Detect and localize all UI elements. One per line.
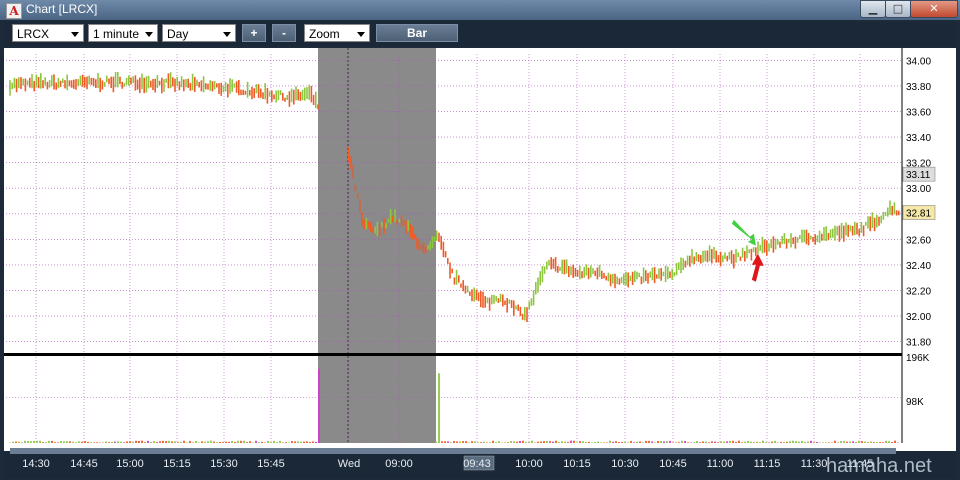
price-tick-label: 33.40 — [906, 133, 931, 144]
symbol-value: LRCX — [17, 27, 50, 41]
time-tick-label: 11:15 — [754, 458, 781, 470]
chevron-down-icon — [145, 32, 153, 37]
time-tick-label: 15:00 — [116, 458, 144, 470]
zoom-value: Zoom — [309, 27, 340, 41]
maximize-button[interactable]: □ — [885, 0, 911, 18]
session-shading — [318, 48, 436, 443]
time-tick-label: 14:30 — [22, 458, 50, 470]
last-price-marker: 32.81 — [906, 209, 931, 220]
period-dropdown[interactable]: Day — [162, 24, 236, 42]
price-tick-label: 34.00 — [906, 56, 931, 67]
time-tick-label: 10:45 — [659, 458, 687, 470]
close-button[interactable]: ✕ — [910, 0, 958, 18]
minimize-icon: ▁ — [868, 2, 878, 15]
price-tick-label: 33.00 — [906, 184, 931, 195]
price-tick-label: 32.60 — [906, 235, 931, 246]
zoom-out-button[interactable]: - — [272, 24, 296, 42]
time-tick-label: 09:43 — [463, 458, 491, 470]
time-tick-label: 15:45 — [257, 458, 285, 470]
last-close-marker: 33.11 — [906, 170, 931, 181]
horizontal-scrollbar — [10, 448, 896, 454]
zoom-dropdown[interactable]: Zoom — [304, 24, 370, 42]
chevron-down-icon — [357, 32, 365, 37]
pane-separator — [4, 353, 902, 356]
price-tick-label: 32.40 — [906, 261, 931, 272]
price-volume-chart[interactable]: 34.0033.8033.6033.4033.2033.0032.8032.60… — [4, 48, 956, 478]
app-logo-icon: A — [6, 3, 22, 19]
zoom-in-button[interactable]: + — [242, 24, 266, 42]
time-tick-label: 15:15 — [163, 458, 191, 470]
period-value: Day — [167, 27, 189, 41]
chart-toolbar: LRCX 1 minute Day + - Zoom Bar — [4, 22, 956, 46]
bar-style-button[interactable]: Bar — [376, 24, 458, 42]
price-tick-label: 33.80 — [906, 82, 931, 93]
green-arrow-icon — [731, 219, 756, 246]
close-icon: ✕ — [929, 2, 939, 15]
interval-dropdown[interactable]: 1 minute — [88, 24, 158, 42]
time-tick-label: Wed — [338, 458, 360, 470]
time-tick-label: 09:00 — [385, 458, 413, 470]
chevron-down-icon — [223, 32, 231, 37]
title-bar[interactable]: A Chart [LRCX] ▁ □ ✕ — [0, 0, 960, 20]
time-tick-label: 10:15 — [563, 458, 591, 470]
symbol-dropdown[interactable]: LRCX — [12, 24, 84, 42]
time-tick-label: 11:30 — [801, 458, 828, 470]
chart-area[interactable]: 34.0033.8033.6033.4033.2033.0032.8032.60… — [4, 48, 956, 478]
time-tick-label: 11:00 — [707, 458, 734, 470]
price-tick-label: 32.20 — [906, 286, 931, 297]
minimize-button[interactable]: ▁ — [860, 0, 886, 18]
window-title: Chart [LRCX] — [26, 2, 98, 16]
price-tick-label: 32.00 — [906, 312, 931, 323]
volume-max-label: 196K — [906, 353, 930, 364]
time-tick-label: 10:00 — [515, 458, 543, 470]
maximize-icon: □ — [892, 2, 904, 15]
interval-value: 1 minute — [93, 27, 140, 41]
price-tick-label: 31.80 — [906, 338, 931, 349]
chevron-down-icon — [71, 32, 79, 37]
time-tick-label: 15:30 — [210, 458, 238, 470]
price-tick-label: 33.60 — [906, 108, 931, 119]
time-tick-label: 10:30 — [611, 458, 639, 470]
volume-mid-label: 98K — [906, 397, 924, 408]
watermark: hamaha.net — [826, 455, 932, 477]
red-arrow-icon — [751, 253, 764, 282]
time-tick-label: 14:45 — [70, 458, 98, 470]
chart-window: A Chart [LRCX] ▁ □ ✕ LRCX 1 minute Day +… — [0, 0, 960, 480]
